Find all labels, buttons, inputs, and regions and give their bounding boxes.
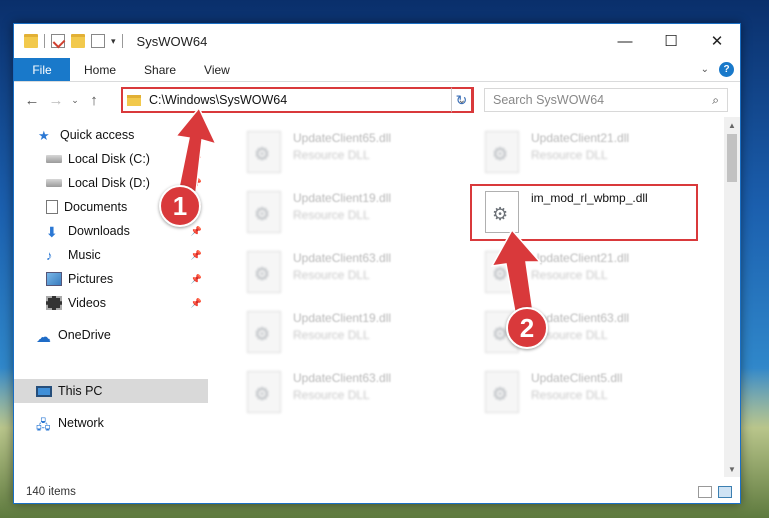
step-2-badge: 2 — [506, 307, 548, 349]
arrow-to-address-bar — [174, 106, 218, 193]
step-1-badge: 1 — [159, 185, 201, 227]
arrow-to-target-file — [490, 228, 542, 319]
annotation-arrows — [174, 106, 542, 319]
